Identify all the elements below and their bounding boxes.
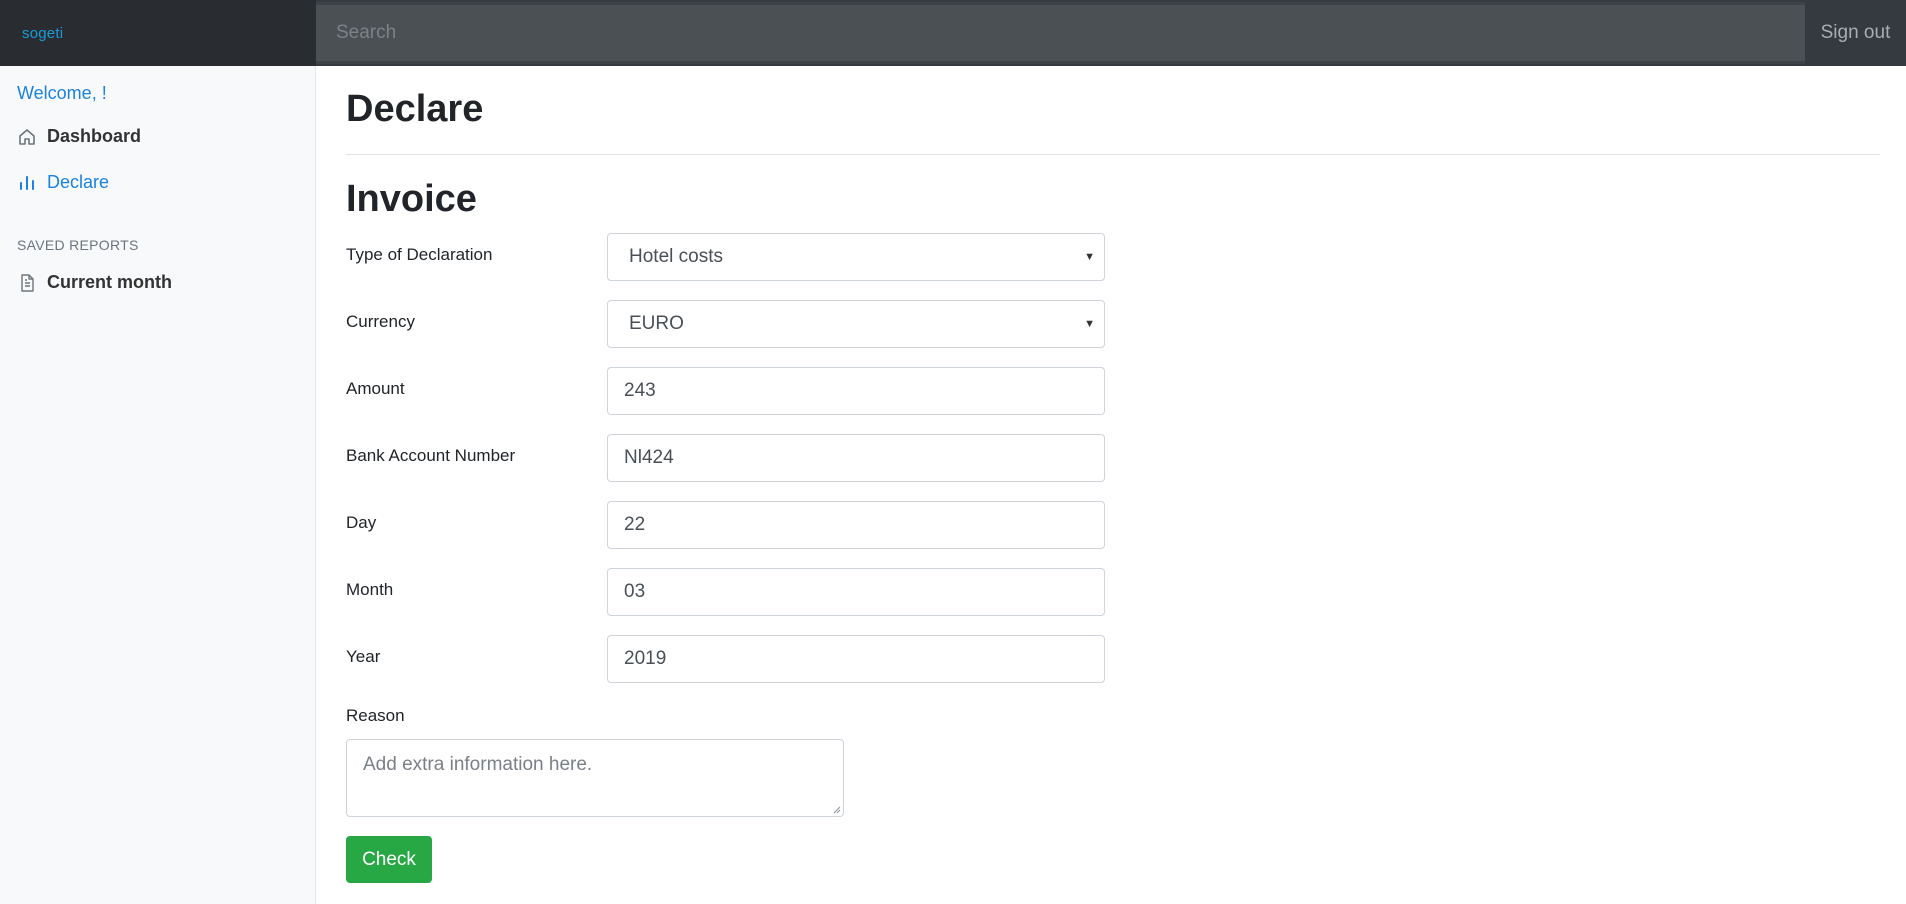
year-input[interactable]: 2019 [607,635,1105,683]
form-row-type: Type of Declaration Hotel costs ▼ [346,233,1106,281]
check-button[interactable]: Check [346,836,432,883]
amount-input[interactable]: 243 [607,367,1105,415]
sidebar-item-declare[interactable]: Declare [17,172,109,193]
form-row-year: Year 2019 [346,635,1106,683]
type-of-declaration-select[interactable]: Hotel costs ▼ [607,233,1105,281]
brand-logo[interactable]: sogeti [0,0,316,66]
sidebar-item-dashboard[interactable]: Dashboard [17,126,141,147]
year-label: Year [346,647,381,666]
currency-select[interactable]: EURO ▼ [607,300,1105,348]
sign-out-link[interactable]: Sign out [1805,0,1906,66]
sidebar-item-current-month[interactable]: Current month [17,272,172,293]
form-row-currency: Currency EURO ▼ [346,300,1106,348]
select-value: Hotel costs [629,246,723,267]
sidebar-item-label: Dashboard [47,126,142,146]
sidebar: Welcome, ! Dashboard Declare SAVED REPOR… [0,66,316,904]
month-input[interactable]: 03 [607,568,1105,616]
home-icon [17,127,37,147]
form-row-month: Month 03 [346,568,1106,616]
form-row-bank: Bank Account Number Nl424 [346,434,1106,482]
amount-label: Amount [346,379,405,398]
type-label: Type of Declaration [346,245,493,264]
welcome-text: Welcome, ! [17,83,107,103]
reason-label: Reason [346,706,405,725]
resize-grip-icon[interactable] [831,804,841,814]
bank-account-label: Bank Account Number [346,446,516,465]
form-row-day: Day 22 [346,501,1106,549]
bar-chart-icon [17,173,37,193]
divider [346,154,1880,155]
section-title: Invoice [346,178,477,220]
day-input[interactable]: 22 [607,501,1105,549]
day-label: Day [346,513,377,532]
caret-down-icon: ▼ [1084,251,1095,263]
page-title: Declare [346,88,484,130]
month-label: Month [346,580,394,599]
caret-down-icon: ▼ [1084,318,1095,330]
reason-textarea[interactable] [346,739,844,817]
saved-reports-heading: SAVED REPORTS [17,237,139,253]
form-row-amount: Amount 243 [346,367,1106,415]
select-value: EURO [629,313,684,334]
sidebar-item-label: Declare [47,172,110,192]
file-text-icon [17,273,37,293]
top-navbar: sogeti Sign out [0,0,1906,66]
sidebar-item-label: Current month [47,272,172,292]
search-input[interactable] [316,2,1805,64]
currency-label: Currency [346,312,415,331]
bank-account-input[interactable]: Nl424 [607,434,1105,482]
